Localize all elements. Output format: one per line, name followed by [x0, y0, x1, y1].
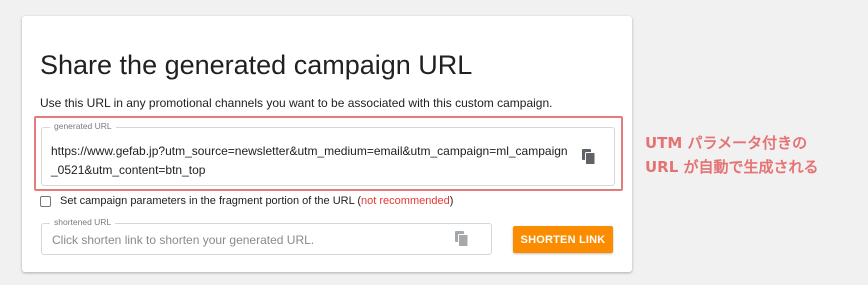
annotation-line-2: URL が自動で生成される	[645, 158, 819, 176]
not-recommended-text: not recommended	[361, 195, 450, 207]
fragment-option-label: Set campaign parameters in the fragment …	[60, 195, 454, 207]
annotation-line-1: UTM パラメータ付きの	[645, 134, 808, 152]
shorten-link-button[interactable]: SHORTEN LINK	[513, 226, 613, 253]
fragment-checkbox[interactable]	[40, 195, 51, 207]
generated-url-value[interactable]: https://www.gefab.jp?utm_source=newslett…	[51, 142, 571, 180]
shortened-url-field[interactable]: shortened URL Click shorten link to shor…	[41, 217, 492, 255]
card-description: Use this URL in any promotional channels…	[40, 96, 553, 110]
card-title: Share the generated campaign URL	[40, 50, 473, 80]
campaign-url-card: Share the generated campaign URL Use thi…	[22, 16, 632, 272]
copy-icon[interactable]	[582, 149, 596, 165]
generated-url-field[interactable]: generated URL https://www.gefab.jp?utm_s…	[41, 121, 615, 186]
annotation-note: UTM パラメータ付きの URL が自動で生成される	[645, 131, 860, 179]
shortened-url-label: shortened URL	[50, 217, 116, 227]
shortened-url-placeholder: Click shorten link to shorten your gener…	[52, 233, 315, 247]
generated-url-label: generated URL	[50, 121, 116, 131]
copy-icon[interactable]	[455, 231, 469, 247]
fragment-option-row[interactable]: Set campaign parameters in the fragment …	[40, 195, 453, 207]
